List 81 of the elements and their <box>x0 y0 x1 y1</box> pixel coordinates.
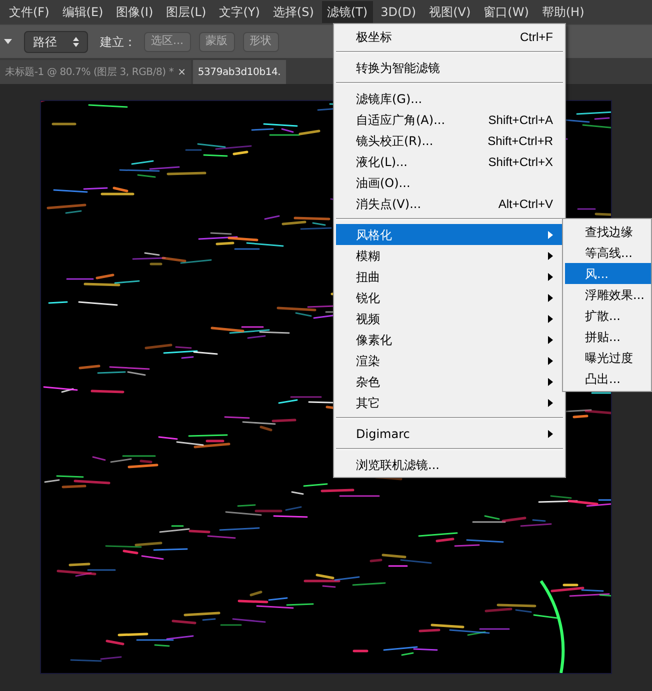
submenu-item[interactable]: 浮雕效果... <box>565 284 651 305</box>
filter-menu-item[interactable]: Digimarc <box>336 423 563 444</box>
submenu-arrow-icon <box>548 398 553 406</box>
build-label: 建立： <box>100 34 136 50</box>
submenu-arrow-icon <box>548 252 553 260</box>
dropdown-caret-icon[interactable] <box>4 39 12 44</box>
menu-item-label: 风格化 <box>356 226 393 244</box>
menu-item-label: 滤镜库(G)... <box>356 90 424 108</box>
menu-item-label: 扭曲 <box>356 268 381 286</box>
submenu-arrow-icon <box>548 230 553 238</box>
filter-menu-item[interactable]: 模糊 <box>336 245 563 266</box>
menu-bar-item[interactable]: 编辑(E) <box>57 1 108 23</box>
filter-menu-item[interactable]: 锐化 <box>336 287 563 308</box>
updown-arrows-icon <box>73 36 79 46</box>
tab-close-button[interactable]: × <box>178 64 186 80</box>
filter-menu-item[interactable]: 浏览联机滤镜... <box>336 454 563 475</box>
filter-menu-item[interactable]: 渲染 <box>336 350 563 371</box>
filter-menu-item[interactable]: 液化(L)... Shift+Ctrl+X <box>336 151 563 172</box>
menu-item-label: 油画(O)... <box>356 174 412 192</box>
document-tab[interactable]: 5379ab3d10b14. <box>192 60 286 84</box>
shortcut-label: Shift+Ctrl+X <box>488 154 553 170</box>
menu-bar-item[interactable]: 文字(Y) <box>214 1 265 23</box>
menu-item-label: 锐化 <box>356 290 381 306</box>
submenu-item[interactable]: 拼贴... <box>565 326 651 347</box>
shortcut-label: Shift+Ctrl+A <box>488 112 553 128</box>
menu-item-label: 消失点(V)... <box>356 196 422 212</box>
submenu-arrow-icon <box>548 356 553 364</box>
menu-item-label: 浏览联机滤镜... <box>356 456 440 474</box>
document-tab[interactable]: 未标题-1 @ 80.7% (图层 3, RGB/8) * × <box>0 60 191 84</box>
shortcut-label: Ctrl+F <box>520 28 553 46</box>
tab-title: 5379ab3d10b14. <box>198 66 281 80</box>
menu-bar-item[interactable]: 文件(F) <box>4 1 54 23</box>
filter-menu-item[interactable]: 风格化 <box>336 224 563 245</box>
submenu-item[interactable]: 曝光过度 <box>565 347 651 368</box>
menu-item-label: 模糊 <box>356 248 381 264</box>
submenu-item[interactable]: 查找边缘 <box>565 221 651 242</box>
menu-item-label: 渲染 <box>356 352 381 370</box>
menu-item-label: 自适应广角(A)... <box>356 112 446 128</box>
submenu-arrow-icon <box>548 314 553 322</box>
path-mode-select[interactable]: 路径 <box>24 30 88 52</box>
filter-menu-item[interactable]: 滤镜库(G)... <box>336 88 563 109</box>
menu-item-label: 极坐标 <box>356 28 393 46</box>
submenu-arrow-icon <box>548 430 553 438</box>
submenu-item[interactable]: 等高线... <box>565 242 651 263</box>
menu-bar-item[interactable]: 图像(I) <box>111 1 158 23</box>
submenu-item[interactable]: 扩散... <box>565 305 651 326</box>
filter-menu-item[interactable]: 视频 <box>336 308 563 329</box>
menu-bar-item[interactable]: 帮助(H) <box>536 1 590 23</box>
menu-bar-item[interactable]: 3D(D) <box>376 1 422 23</box>
tab-title: 未标题-1 @ 80.7% (图层 3, RGB/8) * <box>5 66 174 80</box>
submenu-arrow-icon <box>548 294 553 302</box>
menu-bar-item[interactable]: 窗口(W) <box>478 1 534 23</box>
menu-item-label: 杂色 <box>356 374 381 390</box>
filter-menu-item[interactable]: 转换为智能滤镜 <box>336 57 563 78</box>
menu-item-label: Digimarc <box>356 426 411 442</box>
submenu-item[interactable]: 凸出... <box>565 368 651 389</box>
shortcut-label: Shift+Ctrl+R <box>488 132 553 150</box>
menu-bar-item[interactable]: 视图(V) <box>424 1 476 23</box>
filter-menu-item[interactable]: 自适应广角(A)... Shift+Ctrl+A <box>336 109 563 130</box>
submenu-arrow-icon <box>548 272 553 280</box>
filter-menu-item[interactable]: 像素化 <box>336 329 563 350</box>
filter-menu-item[interactable]: 杂色 <box>336 371 563 392</box>
menu-item-label: 液化(L)... <box>356 154 408 170</box>
filter-menu-item[interactable]: 极坐标 Ctrl+F <box>336 26 563 47</box>
submenu-item[interactable]: 风... <box>565 263 651 284</box>
menu-item-label: 转换为智能滤镜 <box>356 60 441 76</box>
submenu-arrow-icon <box>548 378 553 386</box>
filter-menu-item[interactable]: 扭曲 <box>336 266 563 287</box>
menu-bar-item[interactable]: 选择(S) <box>268 1 319 23</box>
menu-bar-item[interactable]: 图层(L) <box>161 1 212 23</box>
menu-item-label: 像素化 <box>356 332 393 348</box>
menu-item-label: 镜头校正(R)... <box>356 132 434 150</box>
filter-menu-item[interactable]: 消失点(V)... Alt+Ctrl+V <box>336 193 563 214</box>
menu-item-label: 其它 <box>356 394 381 412</box>
menu-bar-item[interactable]: 滤镜(T) <box>322 1 373 23</box>
filter-menu-item[interactable]: 油画(O)... <box>336 172 563 193</box>
menu-item-label: 视频 <box>356 310 381 328</box>
filter-menu-item[interactable]: 其它 <box>336 392 563 413</box>
filter-menu-item[interactable]: 镜头校正(R)... Shift+Ctrl+R <box>336 130 563 151</box>
shortcut-label: Alt+Ctrl+V <box>498 196 553 212</box>
submenu-arrow-icon <box>548 336 553 344</box>
